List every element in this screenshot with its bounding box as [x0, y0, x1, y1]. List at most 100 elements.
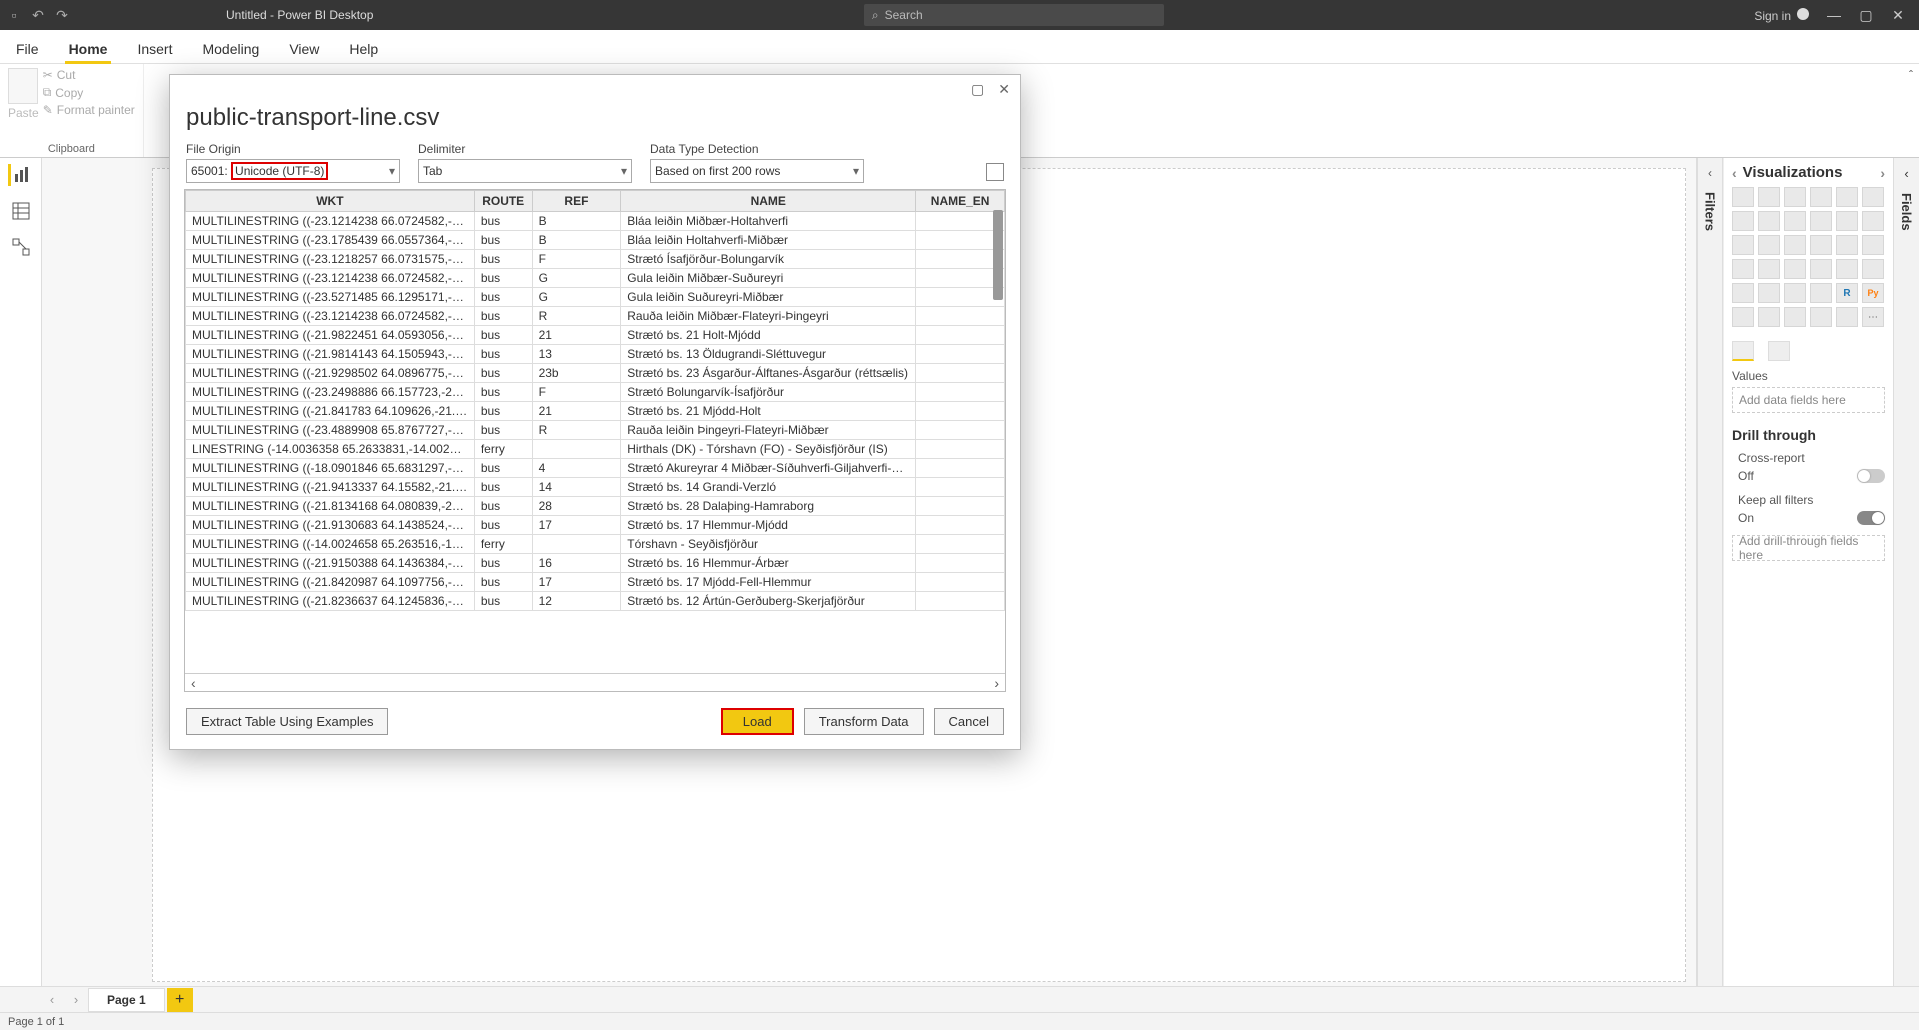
- col-wkt[interactable]: WKT: [186, 191, 475, 212]
- table-row[interactable]: MULTILINESTRING ((-21.9150388 64.1436384…: [186, 554, 1005, 573]
- table-row[interactable]: MULTILINESTRING ((-21.8134168 64.080839,…: [186, 497, 1005, 516]
- cell-route: ferry: [474, 535, 532, 554]
- col-name[interactable]: NAME: [621, 191, 916, 212]
- cell-wkt: MULTILINESTRING ((-23.1218257 66.0731575…: [186, 250, 475, 269]
- cell-ref: 23b: [532, 364, 621, 383]
- table-row[interactable]: MULTILINESTRING ((-23.1785439 66.0557364…: [186, 231, 1005, 250]
- cell-ref: [532, 440, 621, 459]
- cell-name: Strætó bs. 21 Holt-Mjódd: [621, 326, 916, 345]
- cell-route: bus: [474, 459, 532, 478]
- cell-ref: G: [532, 288, 621, 307]
- cell-wkt: MULTILINESTRING ((-21.9822451 64.0593056…: [186, 326, 475, 345]
- table-row[interactable]: MULTILINESTRING ((-21.9130683 64.1438524…: [186, 516, 1005, 535]
- cell-ref: F: [532, 383, 621, 402]
- csv-preview-dialog: ▢ ✕ public-transport-line.csv File Origi…: [169, 74, 1021, 750]
- cell-route: bus: [474, 573, 532, 592]
- preview-table[interactable]: WKT ROUTE REF NAME NAME_EN MULTILINESTRI…: [185, 190, 1005, 611]
- transform-data-button[interactable]: Transform Data: [804, 708, 924, 735]
- preview-grid: WKT ROUTE REF NAME NAME_EN MULTILINESTRI…: [184, 189, 1006, 692]
- cell-route: bus: [474, 269, 532, 288]
- cell-route: bus: [474, 345, 532, 364]
- cell-ref: G: [532, 269, 621, 288]
- table-row[interactable]: MULTILINESTRING ((-23.5271485 66.1295171…: [186, 288, 1005, 307]
- table-row[interactable]: MULTILINESTRING ((-21.9822451 64.0593056…: [186, 326, 1005, 345]
- cancel-button[interactable]: Cancel: [934, 708, 1004, 735]
- scroll-left-icon[interactable]: ‹: [191, 675, 196, 691]
- scroll-right-icon[interactable]: ›: [994, 675, 999, 691]
- cell-route: bus: [474, 554, 532, 573]
- table-row[interactable]: MULTILINESTRING ((-23.1218257 66.0731575…: [186, 250, 1005, 269]
- table-row[interactable]: LINESTRING (-14.0036358 65.2633831,-14.0…: [186, 440, 1005, 459]
- cell-name: Strætó bs. 17 Mjódd-Fell-Hlemmur: [621, 573, 916, 592]
- table-row[interactable]: MULTILINESTRING ((-21.8420987 64.1097756…: [186, 573, 1005, 592]
- cell-name: Tórshavn - Seyðisfjörður: [621, 535, 916, 554]
- cell-name: Bláa leiðin Miðbær-Holtahverfi: [621, 212, 916, 231]
- col-ref[interactable]: REF: [532, 191, 621, 212]
- cell-name: Strætó bs. 16 Hlemmur-Árbær: [621, 554, 916, 573]
- cell-ref: 17: [532, 573, 621, 592]
- file-origin-select[interactable]: 65001: Unicode (UTF-8) ▾: [186, 159, 400, 183]
- cell-ref: 12: [532, 592, 621, 611]
- cell-name_en: [916, 516, 1005, 535]
- cell-name: Gula leiðin Miðbær-Suðureyri: [621, 269, 916, 288]
- cell-name_en: [916, 535, 1005, 554]
- cell-name_en: [916, 497, 1005, 516]
- cell-wkt: MULTILINESTRING ((-23.4889908 65.8767727…: [186, 421, 475, 440]
- cell-ref: 21: [532, 402, 621, 421]
- cell-name: Strætó bs. 13 Öldugrandi-Sléttuvegur: [621, 345, 916, 364]
- table-row[interactable]: MULTILINESTRING ((-23.1214238 66.0724582…: [186, 307, 1005, 326]
- cell-wkt: MULTILINESTRING ((-21.9413337 64.15582,-…: [186, 478, 475, 497]
- dialog-title: public-transport-line.csv: [170, 98, 1020, 142]
- cell-ref: 13: [532, 345, 621, 364]
- dialog-close-icon[interactable]: ✕: [998, 81, 1010, 98]
- cell-route: bus: [474, 402, 532, 421]
- cell-name_en: [916, 288, 1005, 307]
- cell-ref: [532, 535, 621, 554]
- delimiter-select[interactable]: Tab ▾: [418, 159, 632, 183]
- dialog-backdrop: ▢ ✕ public-transport-line.csv File Origi…: [0, 0, 1919, 1030]
- load-button[interactable]: Load: [721, 708, 794, 735]
- dialog-maximize-icon[interactable]: ▢: [971, 81, 984, 98]
- table-row[interactable]: MULTILINESTRING ((-21.9814143 64.1505943…: [186, 345, 1005, 364]
- table-row[interactable]: MULTILINESTRING ((-21.8236637 64.1245836…: [186, 592, 1005, 611]
- cell-name_en: [916, 269, 1005, 288]
- col-name-en[interactable]: NAME_EN: [916, 191, 1005, 212]
- cell-route: bus: [474, 364, 532, 383]
- cell-ref: 21: [532, 326, 621, 345]
- cell-name: Rauða leiðin Miðbær-Flateyri-Þingeyri: [621, 307, 916, 326]
- cell-name: Bláa leiðin Holtahverfi-Miðbær: [621, 231, 916, 250]
- cell-ref: B: [532, 231, 621, 250]
- cell-ref: 14: [532, 478, 621, 497]
- detection-select[interactable]: Based on first 200 rows ▾: [650, 159, 864, 183]
- cell-route: bus: [474, 212, 532, 231]
- table-row[interactable]: MULTILINESTRING ((-18.0901846 65.6831297…: [186, 459, 1005, 478]
- cell-name: Strætó bs. 12 Ártún-Gerðuberg-Skerjafjör…: [621, 592, 916, 611]
- cell-route: bus: [474, 250, 532, 269]
- cell-name: Strætó bs. 14 Grandi-Verzló: [621, 478, 916, 497]
- cell-route: bus: [474, 288, 532, 307]
- cell-name_en: [916, 326, 1005, 345]
- cell-name_en: [916, 592, 1005, 611]
- cell-name: Rauða leiðin Þingeyri-Flateyri-Miðbær: [621, 421, 916, 440]
- table-row[interactable]: MULTILINESTRING ((-21.9298502 64.0896775…: [186, 364, 1005, 383]
- cell-wkt: MULTILINESTRING ((-21.9298502 64.0896775…: [186, 364, 475, 383]
- table-row[interactable]: MULTILINESTRING ((-23.1214238 66.0724582…: [186, 269, 1005, 288]
- table-row[interactable]: MULTILINESTRING ((-21.841783 64.109626,-…: [186, 402, 1005, 421]
- cell-route: bus: [474, 326, 532, 345]
- table-row[interactable]: MULTILINESTRING ((-23.4889908 65.8767727…: [186, 421, 1005, 440]
- table-row[interactable]: MULTILINESTRING ((-23.2498886 66.157723,…: [186, 383, 1005, 402]
- cell-name_en: [916, 478, 1005, 497]
- cell-name: Gula leiðin Suðureyri-Miðbær: [621, 288, 916, 307]
- table-row[interactable]: MULTILINESTRING ((-14.0024658 65.263516,…: [186, 535, 1005, 554]
- table-row[interactable]: MULTILINESTRING ((-21.9413337 64.15582,-…: [186, 478, 1005, 497]
- col-route[interactable]: ROUTE: [474, 191, 532, 212]
- refresh-preview-icon[interactable]: [986, 163, 1004, 181]
- vertical-scrollbar[interactable]: [993, 210, 1003, 300]
- cell-name_en: [916, 573, 1005, 592]
- extract-table-button[interactable]: Extract Table Using Examples: [186, 708, 388, 735]
- cell-name_en: [916, 231, 1005, 250]
- cell-name_en: [916, 421, 1005, 440]
- table-row[interactable]: MULTILINESTRING ((-23.1214238 66.0724582…: [186, 212, 1005, 231]
- cell-route: bus: [474, 516, 532, 535]
- cell-ref: 28: [532, 497, 621, 516]
